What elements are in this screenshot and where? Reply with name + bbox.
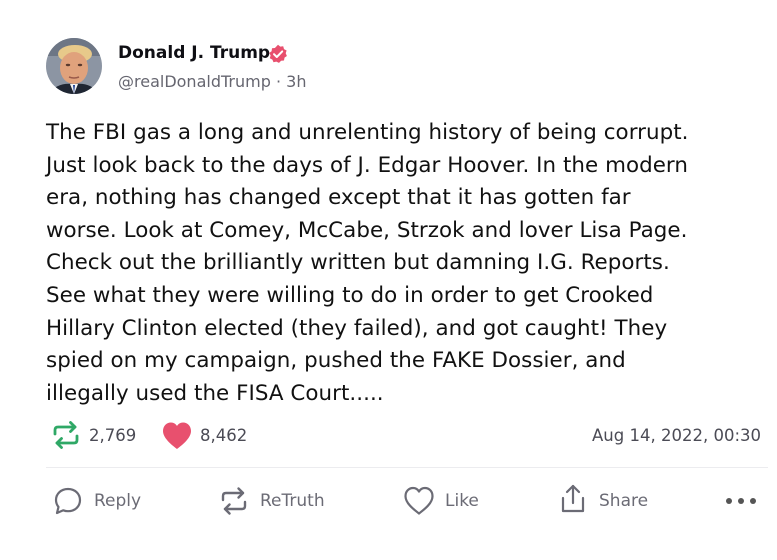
comment-icon <box>54 487 82 515</box>
like-button[interactable]: Like <box>402 480 492 524</box>
retruth-count[interactable]: 2,769 <box>89 426 136 445</box>
share-upload-icon <box>561 484 585 513</box>
post-line: Just look back to the days of J. Edgar H… <box>46 152 689 178</box>
retruth-icon <box>221 487 247 515</box>
post-stats: 2,769 8,462 Aug 14, 2022, 00:30 <box>0 418 777 454</box>
post-line: The FBI gas a long and unrelenting histo… <box>46 120 689 145</box>
verified-badge-icon <box>269 44 287 63</box>
post-line: Hillary Clinton elected (they failed), a… <box>46 315 668 341</box>
post-line: worse. Look at Comey, McCabe, Strzok and… <box>46 217 688 243</box>
heart-outline-icon <box>404 486 434 515</box>
post-line: See what they were willing to do in orde… <box>46 282 654 308</box>
action-bar: Reply ReTruth Like Share <box>0 480 777 524</box>
post-time-ago: 3h <box>286 72 307 91</box>
retruth-label: ReTruth <box>260 491 325 511</box>
post-line: era, nothing has changed except that it … <box>46 185 631 211</box>
author-handle-line: @realDonaldTrump · 3h <box>118 72 306 91</box>
share-label: Share <box>599 491 649 511</box>
share-button[interactable]: Share <box>558 480 658 524</box>
like-label: Like <box>445 491 479 511</box>
retruth-icon[interactable] <box>50 420 82 450</box>
divider <box>46 467 768 468</box>
post-line: Check out the brilliantly written but da… <box>46 250 670 276</box>
avatar-image <box>46 38 102 94</box>
heart-filled-icon[interactable] <box>161 421 193 450</box>
retruth-button[interactable]: ReTruth <box>216 480 336 524</box>
truth-post: Donald J. Trump @realDonaldTrump · 3h Th… <box>0 0 777 560</box>
post-body: The FBI gas a long and unrelenting histo… <box>46 117 774 410</box>
post-line: spied on my campaign, pushed the FAKE Do… <box>46 348 626 374</box>
author-handle[interactable]: @realDonaldTrump <box>118 72 271 91</box>
post-line: illegally used the FISA Court..... <box>46 380 384 406</box>
reply-label: Reply <box>94 491 142 511</box>
handle-separator: · <box>275 72 282 91</box>
author-name[interactable]: Donald J. Trump <box>118 43 270 63</box>
post-timestamp[interactable]: Aug 14, 2022, 00:30 <box>592 426 761 445</box>
avatar[interactable] <box>46 38 102 94</box>
like-count[interactable]: 8,462 <box>200 426 247 445</box>
more-dots-icon[interactable] <box>724 496 758 506</box>
reply-button[interactable]: Reply <box>50 480 150 524</box>
